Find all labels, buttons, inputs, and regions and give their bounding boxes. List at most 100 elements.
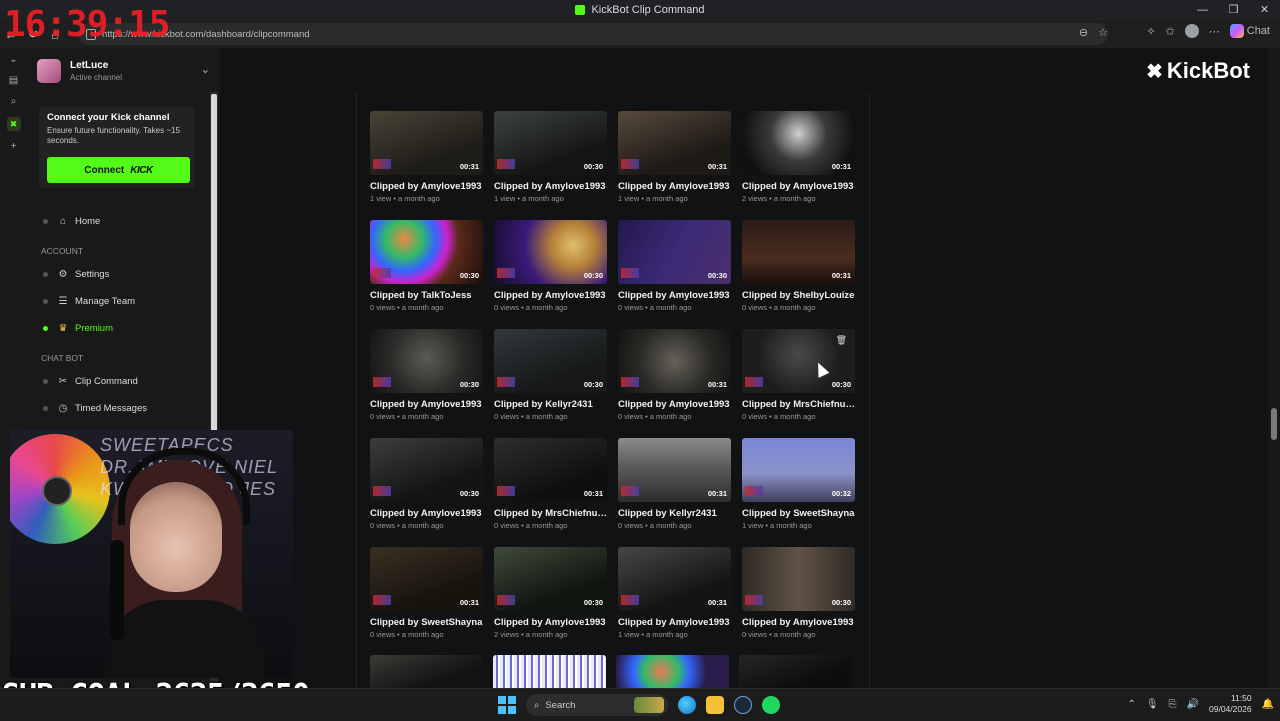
chevron-up-icon[interactable]: ⌃ [1127,699,1135,710]
clip-card[interactable]: 00:31 Clipped by Amylove1993 1 view • a mo… [618,111,732,203]
clip-card[interactable]: 00:30 Clipped by Amylove1993 0 views • a m… [618,220,732,312]
clip-thumbnail[interactable] [370,655,483,688]
clip-thumbnail[interactable]: 00:30 [370,220,483,284]
clip-title[interactable]: Clipped by Amylove1993 [494,181,608,192]
edge-browser-icon[interactable] [678,696,696,714]
clip-thumbnail[interactable]: 00:30 [370,329,483,393]
trash-icon[interactable]: 🗑 [836,335,847,346]
clip-card[interactable]: 00:31 Clipped by Kellyr2431 0 views • a mo… [618,438,732,530]
clip-thumbnail[interactable]: 00:31 [494,438,607,502]
minimize-button[interactable]: — [1187,0,1218,20]
maximize-button[interactable]: ❐ [1218,0,1249,20]
clip-title[interactable]: Clipped by Kellyr2431 [494,399,608,410]
address-bar[interactable]: https://www.kickbot.com/dashboard/clipco… [78,23,1108,45]
network-icon[interactable]: ⎘ [1169,699,1177,710]
clip-thumbnail[interactable]: 00:30 [618,220,731,284]
favorites-icon[interactable]: ✩ [1166,25,1175,38]
clip-thumbnail[interactable]: 🗑 00:30 [742,329,855,393]
sidebar-item-premium[interactable]: ♛ Premium [39,315,209,342]
clip-title[interactable]: Clipped by Amylove1993 [494,617,608,628]
clip-title[interactable]: Clipped by MrsChiefnug... [494,508,608,519]
clip-card[interactable]: 00:31 Clipped by SweetShayna 0 views • a m… [370,547,484,639]
clip-thumbnail[interactable]: 00:31 [370,547,483,611]
sidebar-item-settings[interactable]: ⚙ Settings [39,261,209,288]
clip-thumbnail[interactable]: 00:32 [742,438,855,502]
spotify-icon[interactable] [762,696,780,714]
clip-thumbnail[interactable]: 00:31 [742,220,855,284]
microphone-icon[interactable]: 🎙 [1146,699,1159,710]
clip-thumbnail[interactable]: 00:30 [494,547,607,611]
clip-card[interactable]: 00:31 Clipped by MrsChiefnug... 0 views • … [494,438,608,530]
clip-card[interactable]: 00:31 Clipped by Amylove1993 1 view • a mo… [370,111,484,203]
clip-title[interactable]: Clipped by Kellyr2431 [618,508,732,519]
connect-kick-button[interactable]: Connect KICK [47,157,190,183]
clip-thumbnail[interactable]: 00:31 [618,111,731,175]
add-tab-icon[interactable]: + [11,141,17,152]
clip-title[interactable]: Clipped by Amylove1993 [742,181,856,192]
clip-title[interactable]: Clipped by Amylove1993 [370,181,484,192]
sidebar-item-manage-team[interactable]: ☰ Manage Team [39,288,209,315]
clip-thumbnail[interactable]: 00:30 [494,329,607,393]
clip-title[interactable]: Clipped by Amylove1993 [494,290,608,301]
channel-selector[interactable]: LetLuce Active channel ⌄ [37,57,212,85]
clip-title[interactable]: Clipped by SweetShayna [370,617,484,628]
clip-title[interactable]: Clipped by ShelbyLouize [742,290,856,301]
steam-icon[interactable] [734,696,752,714]
taskbar-clock[interactable]: 11:50 09/04/2026 [1209,693,1252,715]
clip-title[interactable]: Clipped by TalkToJess [370,290,484,301]
clip-card[interactable]: 00:31 Clipped by Amylove1993 0 views • a m… [618,329,732,421]
clip-thumbnail[interactable]: 00:30 [370,438,483,502]
clip-card[interactable]: 00:30 Clipped by Amylove1993 1 view • a mo… [494,111,608,203]
favorite-star-icon[interactable]: ☆ [1098,26,1108,39]
clip-card[interactable]: 00:30 Clipped by Amylove1993 0 views • a m… [370,329,484,421]
clip-card[interactable]: 00:30 Clipped by Amylove1993 0 views • a m… [494,220,608,312]
file-explorer-icon[interactable] [706,696,724,714]
clip-title[interactable]: Clipped by Amylove1993 [618,181,732,192]
page-scrollbar-thumb[interactable] [1271,408,1277,440]
chevron-down-icon[interactable]: ⌄ [201,63,210,76]
search-icon[interactable]: ⌕ [11,96,17,107]
copilot-chat-button[interactable]: Chat [1229,24,1270,38]
clip-title[interactable]: Clipped by Amylove1993 [742,617,856,628]
sidebar-scrollbar-thumb[interactable] [211,94,217,432]
clip-thumbnail[interactable]: 00:30 [494,111,607,175]
clip-title[interactable]: Clipped by Amylove1993 [618,617,732,628]
clip-title[interactable]: Clipped by Amylove1993 [370,508,484,519]
sidebar-item-home[interactable]: ⌂ Home [39,208,209,235]
clip-card[interactable]: 00:30 Clipped by Amylove1993 2 views • a m… [494,547,608,639]
clip-thumbnail[interactable] [739,655,852,688]
clip-card[interactable]: 🗑 00:30 Clipped by MrsChiefnug... 0 views •… [742,329,856,421]
clip-card[interactable]: 00:31 Clipped by Amylove1993 2 views • a m… [742,111,856,203]
volume-icon[interactable]: 🔊 [1187,699,1199,710]
zoom-icon[interactable]: ⊖ [1079,26,1088,39]
clip-title[interactable]: Clipped by SweetShayna [742,508,856,519]
clip-thumbnail[interactable]: 00:31 [370,111,483,175]
windows-start-icon[interactable] [498,696,516,714]
clip-thumbnail[interactable]: 00:31 [742,111,855,175]
extensions-icon[interactable]: ✧ [1146,25,1155,38]
clip-thumbnail[interactable]: 00:30 [494,220,607,284]
page-scrollbar[interactable] [1268,48,1280,688]
sidebar-item-timed-messages[interactable]: ◷ Timed Messages [39,395,209,422]
clip-thumbnail[interactable]: 00:31 [618,547,731,611]
clip-thumbnail[interactable]: 00:30 [742,547,855,611]
clip-card[interactable]: 00:30 Clipped by Kellyr2431 0 views • a mo… [494,329,608,421]
taskbar-search[interactable]: ⌕ Search [526,694,668,716]
clip-card[interactable]: 00:31 Clipped by Amylove1993 1 view • a mo… [618,547,732,639]
clip-card[interactable]: 00:32 Clipped by SweetShayna 1 view • a mo… [742,438,856,530]
clip-card[interactable]: 00:31 Clipped by ShelbyLouize 0 views • a … [742,220,856,312]
kickbot-tab-icon[interactable]: ✖ [6,117,21,131]
clip-thumbnail[interactable]: 00:31 [618,329,731,393]
clip-thumbnail[interactable]: 00:31 [618,438,731,502]
clip-title[interactable]: Clipped by Amylove1993 [618,399,732,410]
close-button[interactable]: ✕ [1249,0,1280,20]
more-menu-icon[interactable]: ⋯ [1209,25,1220,38]
sidebar-item-clip-command[interactable]: ✂ Clip Command [39,368,209,395]
clip-card[interactable]: 00:30 Clipped by TalkToJess 0 views • a mo… [370,220,484,312]
clip-thumbnail[interactable] [616,655,729,688]
profile-avatar[interactable] [1184,24,1199,38]
clip-card[interactable]: 00:30 Clipped by Amylove1993 0 views • a m… [370,438,484,530]
clip-title[interactable]: Clipped by Amylove1993 [618,290,732,301]
tab-list-icon[interactable]: ▤ [9,75,18,86]
chevron-down-icon[interactable]: ⌄ [9,54,17,65]
